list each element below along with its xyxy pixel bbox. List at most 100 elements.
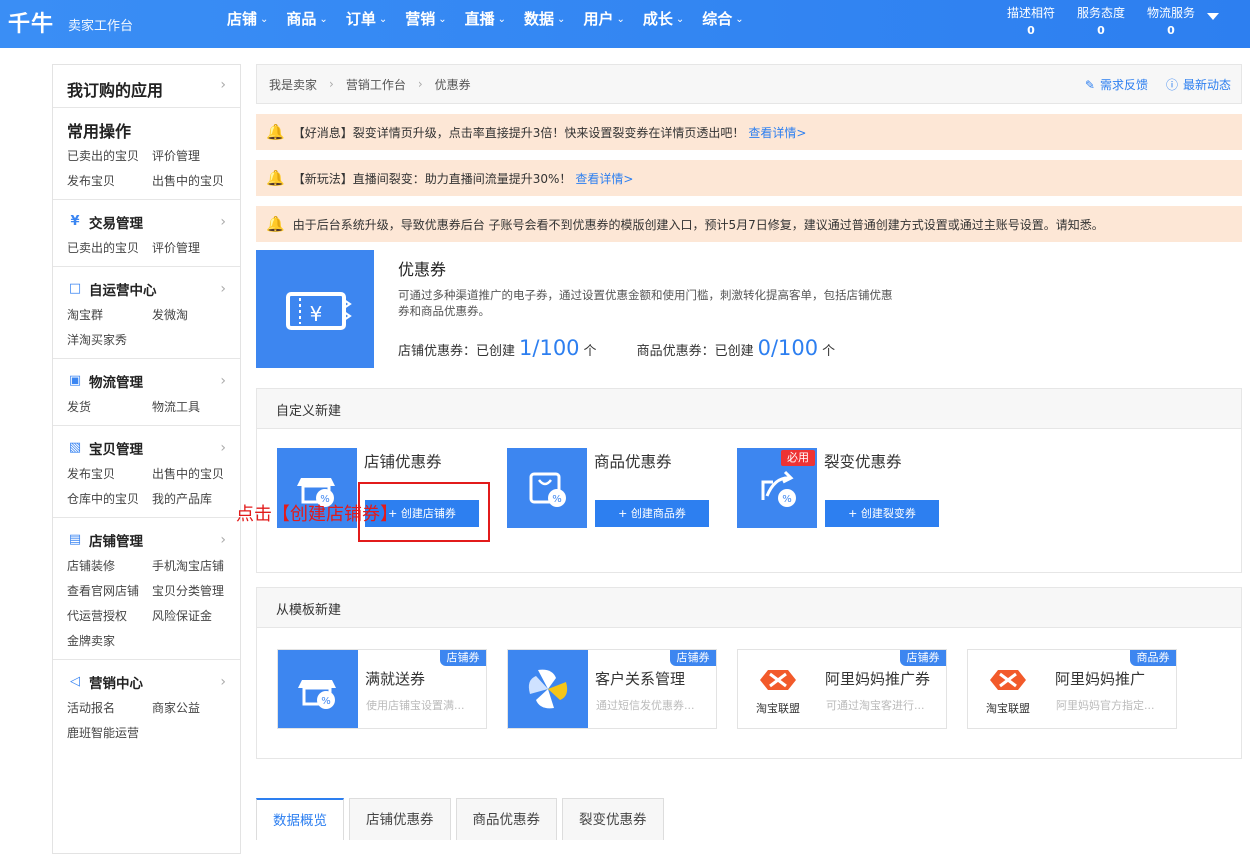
section-title[interactable]: 自运营中心 (89, 279, 157, 299)
template-title: 满就送券 (365, 670, 426, 688)
create-fission-coupon-button[interactable]: + 创建裂变券 (825, 500, 939, 527)
coupon-ticket-icon: ¥ (256, 250, 374, 368)
nav-growth[interactable]: 成长 ⌄ (634, 0, 693, 48)
help-circle-icon: ⓘ (1165, 78, 1178, 92)
nav-live[interactable]: 直播 ⌄ (456, 0, 515, 48)
custom-create-panel: 自定义新建 % 店铺优惠券 + 创建店铺券 % 商品优惠券 + 创建商品券 % … (256, 388, 1242, 573)
nav-general[interactable]: 综合 ⌄ (693, 0, 752, 48)
section-title[interactable]: 店铺管理 (89, 530, 143, 550)
sidebar-link[interactable]: 金牌卖家 (67, 632, 152, 649)
sidebar-link[interactable]: 发布宝贝 (67, 465, 152, 482)
share-percent-icon: % 必用 (737, 448, 817, 528)
sidebar-link[interactable]: 代运营授权 (67, 607, 152, 624)
panel-header: 自定义新建 (257, 389, 1241, 429)
template-title: 阿里妈妈推广券 (825, 670, 931, 688)
sidebar-link[interactable]: 评价管理 (152, 147, 242, 164)
template-title: 客户关系管理 (595, 670, 686, 688)
subscribed-apps[interactable]: 我订购的应用 › (53, 65, 240, 108)
tab-shop-coupons[interactable]: 店铺优惠券 (349, 798, 451, 840)
chevron-down-icon: ⌄ (616, 14, 625, 25)
sidebar-link[interactable]: 发货 (67, 398, 152, 415)
intro-title: 优惠券 (398, 260, 447, 279)
template-create-panel: 从模板新建 % 满就送券 使用店铺宝设置满... 店铺券 客户关系管理 通过短信… (256, 587, 1242, 759)
template-card[interactable]: 淘宝联盟 阿里妈妈推广券 可通过淘宝客进行... 店铺券 (737, 649, 947, 729)
sidebar-link[interactable]: 出售中的宝贝 (152, 172, 242, 189)
section-title[interactable]: 营销中心 (89, 672, 143, 692)
sidebar-link[interactable]: 鹿班智能运营 (67, 724, 152, 741)
breadcrumb-item[interactable]: 营销工作台 (346, 76, 406, 93)
rating-description: 描述相符 0 (1006, 6, 1055, 37)
template-title: 阿里妈妈推广 (1055, 670, 1146, 688)
sidebar-link[interactable]: 淘宝群 (67, 306, 152, 323)
sidebar-link[interactable]: 宝贝分类管理 (152, 582, 242, 599)
sidebar-link[interactable]: 发微淘 (152, 306, 242, 323)
intro-description: 可通过多种渠道推广的电子券，通过设置优惠金额和使用门槛，刺激转化提高客单，包括店… (398, 288, 893, 318)
sidebar-link[interactable]: 风险保证金 (152, 607, 242, 624)
sidebar-link[interactable]: 已卖出的宝贝 (67, 147, 152, 164)
megaphone-icon: ◁ (70, 674, 80, 689)
sidebar-link[interactable]: 评价管理 (152, 239, 242, 256)
news-link[interactable]: ⓘ 最新动态 (1166, 76, 1231, 93)
main-nav: 店铺 ⌄ 商品 ⌄ 订单 ⌄ 营销 ⌄ 直播 ⌄ 数据 ⌄ 用户 ⌄ 成长 ⌄ 综合 ⌄ (218, 0, 753, 48)
nav-marketing[interactable]: 营销 ⌄ (396, 0, 455, 48)
sidebar-link[interactable]: 手机淘宝店铺 (152, 557, 242, 574)
tab-overview[interactable]: 数据概览 (256, 798, 344, 840)
app-logo[interactable]: 千牛 (8, 6, 54, 38)
create-item-coupon-button[interactable]: + 创建商品券 (595, 500, 709, 527)
sidebar-link[interactable]: 活动报名 (67, 699, 152, 716)
section-title[interactable]: 物流管理 (89, 371, 143, 391)
sidebar-link[interactable]: 物流工具 (152, 398, 242, 415)
template-card[interactable]: 客户关系管理 通过短信发优惠券... 店铺券 (507, 649, 717, 729)
must-use-badge: 必用 (781, 450, 815, 466)
feedback-link[interactable]: ✎ 需求反馈 (1085, 76, 1148, 93)
sidebar-link[interactable]: 已卖出的宝贝 (67, 239, 152, 256)
tab-item-coupons[interactable]: 商品优惠券 (455, 798, 557, 840)
chevron-right-icon: › (220, 532, 226, 548)
sidebar-section-marketing: ◁ 营销中心 › 活动报名 商家公益 鹿班智能运营 (53, 660, 240, 751)
nav-store[interactable]: 店铺 ⌄ (218, 0, 277, 48)
template-card[interactable]: % 满就送券 使用店铺宝设置满... 店铺券 (277, 649, 487, 729)
bell-icon: 🔔 (266, 169, 285, 187)
svg-text:%: % (782, 494, 792, 505)
dropdown-triangle-icon[interactable] (1207, 13, 1219, 20)
sidebar-link[interactable]: 我的产品库 (152, 490, 242, 507)
breadcrumb-item[interactable]: 我是卖家 (269, 76, 317, 93)
nav-data[interactable]: 数据 ⌄ (515, 0, 574, 48)
sidebar-link[interactable]: 店铺装修 (67, 557, 152, 574)
app-subtitle: 卖家工作台 (68, 19, 134, 34)
svg-text:淘宝联盟: 淘宝联盟 (986, 701, 1030, 715)
shop-ratings: 描述相符 0 服务态度 0 物流服务 0 (996, 4, 1206, 40)
chevron-right-icon: › (220, 214, 226, 230)
sidebar-link[interactable]: 仓库中的宝贝 (67, 490, 152, 507)
template-card[interactable]: 淘宝联盟 阿里妈妈推广 阿里妈妈官方指定... 商品券 (967, 649, 1177, 729)
item-coupon-count: 0/100 (757, 336, 819, 360)
fission-coupon-card: % 必用 裂变优惠券 + 创建裂变券 (737, 448, 952, 528)
coupon-type-tag: 店铺券 (670, 650, 716, 666)
rating-logistics: 物流服务 0 (1146, 6, 1195, 37)
sidebar-section-store: ▤ 店铺管理 › 店铺装修 手机淘宝店铺 查看官网店铺 宝贝分类管理 代运营授权 风… (53, 518, 240, 660)
nav-products[interactable]: 商品 ⌄ (277, 0, 336, 48)
taobao-union-logo: 淘宝联盟 (968, 650, 1048, 728)
nav-orders[interactable]: 订单 ⌄ (337, 0, 396, 48)
coupon-type-tag: 商品券 (1130, 650, 1176, 666)
chevron-down-icon: ⌄ (378, 14, 388, 25)
tutorial-annotation: 点击【创建店铺券】 (236, 504, 398, 525)
sidebar-link[interactable]: 发布宝贝 (67, 172, 152, 189)
sidebar-link[interactable]: 洋淘买家秀 (67, 331, 152, 348)
svg-text:淘宝联盟: 淘宝联盟 (756, 701, 800, 715)
sidebar-link[interactable]: 出售中的宝贝 (152, 465, 242, 482)
bottom-tabs: 数据概览 店铺优惠券 商品优惠券 裂变优惠券 (256, 798, 664, 840)
notice-link[interactable]: 查看详情> (575, 170, 633, 187)
section-title[interactable]: 宝贝管理 (89, 438, 143, 458)
sidebar-link[interactable]: 商家公益 (152, 699, 242, 716)
edit-icon: ✎ (1084, 77, 1095, 92)
shopping-bag-percent-icon: % (507, 448, 587, 528)
notice-link[interactable]: 查看详情> (748, 124, 806, 141)
nav-users[interactable]: 用户 ⌄ (574, 0, 633, 48)
sidebar-link[interactable]: 查看官网店铺 (67, 582, 152, 599)
section-title[interactable]: 交易管理 (89, 212, 143, 232)
bell-icon: 🔔 (266, 123, 285, 141)
tab-fission-coupons[interactable]: 裂变优惠券 (562, 798, 664, 840)
chevron-down-icon: ⌄ (675, 14, 685, 25)
notice-bar: 🔔 【新玩法】直播间裂变：助力直播间流量提升30%！ 查看详情> (256, 160, 1242, 196)
